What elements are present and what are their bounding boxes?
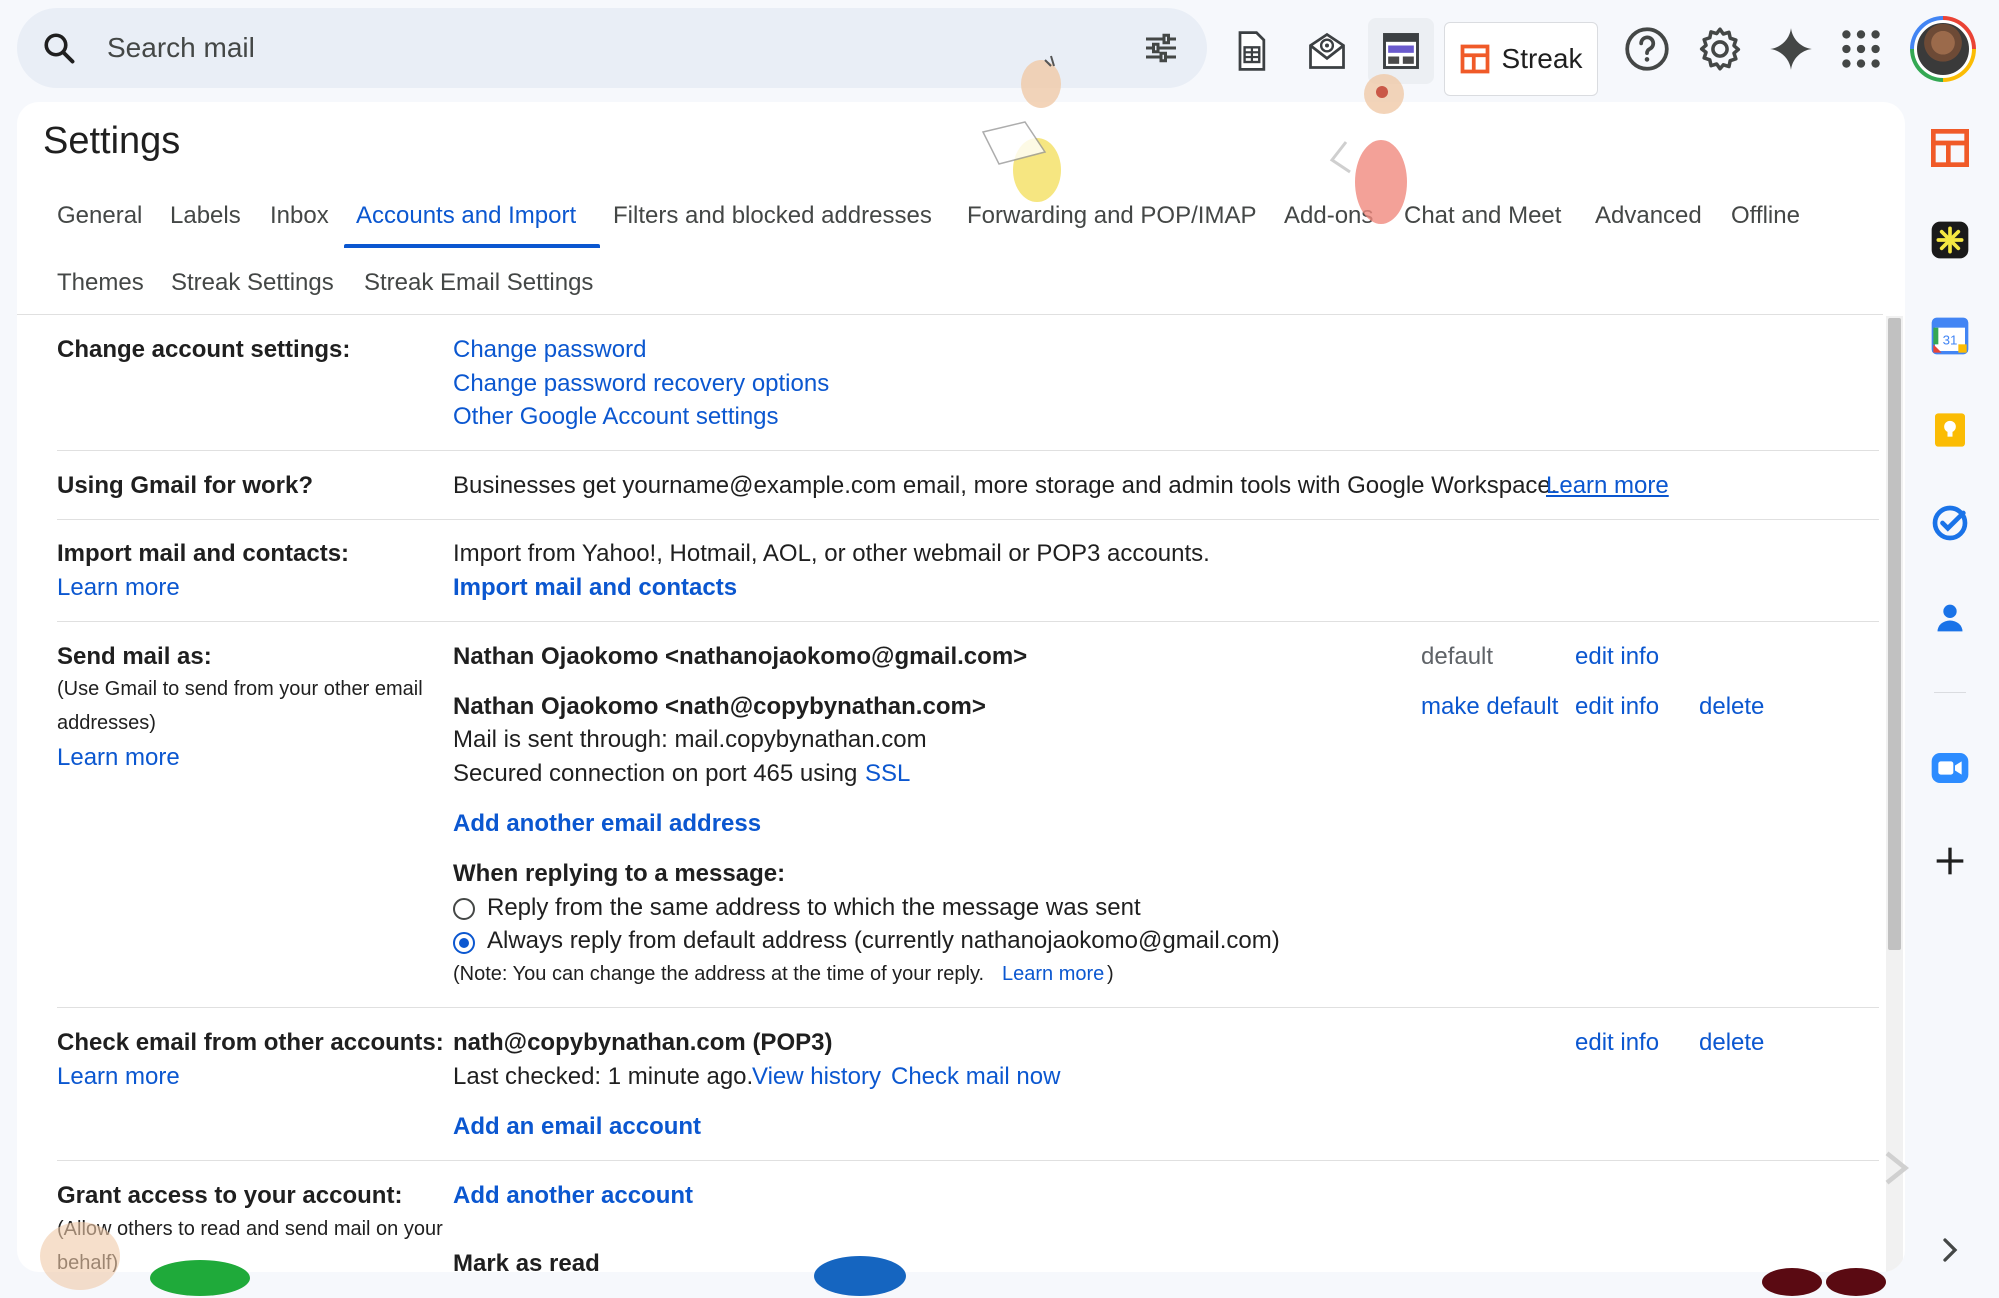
layout-icon[interactable] [1368,18,1434,84]
import-label: Import mail and contacts: [57,540,350,567]
tab-add-ons[interactable]: Add-ons [1284,202,1373,230]
tasks-icon[interactable] [1930,503,1970,543]
rail-divider [1934,692,1966,693]
add-icon[interactable] [1930,841,1970,881]
tab-streak-settings[interactable]: Streak Settings [171,269,334,297]
ssl-link[interactable]: SSL [865,760,910,788]
add-email-address-button[interactable]: Add another email address [453,810,761,838]
tab-advanced[interactable]: Advanced [1595,202,1702,230]
send-mail-sub-2: addresses) [57,712,156,734]
view-history-link[interactable]: View history [752,1063,881,1091]
search-bar[interactable]: Search mail [17,8,1207,88]
section-divider [57,1007,1879,1008]
send-mail-label: Send mail as: [57,643,212,670]
reply-heading: When replying to a message: [453,860,786,887]
reply-same-address-radio[interactable] [453,898,475,920]
reply-note-learn-more[interactable]: Learn more [1002,963,1104,986]
mail-badge-icon[interactable] [1294,18,1360,84]
edit-info-link[interactable]: edit info [1575,1029,1659,1057]
avatar[interactable] [1910,16,1976,82]
section-divider [57,621,1879,622]
secured-text: Secured connection on port 465 using [453,760,858,787]
streak-button[interactable]: Streak [1444,22,1598,96]
change-password-link[interactable]: Change password [453,336,646,364]
tab-forwarding[interactable]: Forwarding and POP/IMAP [967,202,1256,230]
tab-chat-and-meet[interactable]: Chat and Meet [1404,202,1561,230]
tab-offline[interactable]: Offline [1731,202,1800,230]
help-icon[interactable] [1622,24,1672,74]
calendar-icon[interactable]: 31 [1930,316,1970,356]
make-default-link[interactable]: make default [1421,693,1558,721]
check-mail-now-link[interactable]: Check mail now [891,1063,1060,1091]
asana-icon[interactable] [1930,220,1970,260]
tabs-divider [17,314,1883,315]
tab-inbox[interactable]: Inbox [270,202,329,230]
zoom-icon[interactable] [1930,748,1970,788]
reply-note: (Note: You can change the address at the… [453,963,985,985]
send-mail-sub-1: (Use Gmail to send from your other email [57,678,423,700]
apps-grid-icon[interactable] [1836,24,1886,74]
change-account-label: Change account settings: [57,336,351,363]
expand-icon[interactable] [1930,1230,1970,1270]
send-mail-learn-more[interactable]: Learn more [57,744,180,772]
gemini-sparkle-icon[interactable] [1766,24,1816,74]
reply-option-2-label[interactable]: Always reply from default address (curre… [487,927,1280,955]
tab-accounts-and-import[interactable]: Accounts and Import [356,202,576,230]
google-account-settings-link[interactable]: Other Google Account settings [453,403,779,431]
grant-access-sub-2: behalf) [57,1252,119,1272]
contacts-icon[interactable] [1930,598,1970,638]
grant-access-sub-1: (Allow others to read and send mail on y… [57,1218,443,1240]
gmail-work-learn-more[interactable]: Learn more [1546,472,1669,500]
default-badge: default [1421,643,1494,670]
section-divider [57,1160,1879,1161]
grant-access-label: Grant access to your account: [57,1182,403,1209]
edit-info-link[interactable]: edit info [1575,643,1659,671]
gmail-work-text: Businesses get yourname@example.com emai… [453,472,1558,499]
import-learn-more[interactable]: Learn more [57,574,180,602]
streak-sidebar-icon[interactable] [1930,128,1970,168]
streak-icon [1460,44,1489,74]
check-email-label: Check email from other accounts: [57,1029,444,1056]
settings-panel: Settings General Labels Inbox Accounts a… [17,102,1905,1272]
search-input[interactable]: Search mail [107,8,255,88]
streak-label: Streak [1501,43,1583,74]
check-email-learn-more[interactable]: Learn more [57,1063,180,1091]
keep-icon[interactable] [1930,410,1970,450]
import-text: Import from Yahoo!, Hotmail, AOL, or oth… [453,540,1210,567]
send-address-1: Nathan Ojaokomo <nathanojaokomo@gmail.co… [453,643,1028,670]
add-another-account-button[interactable]: Add another account [453,1182,693,1210]
send-address-2: Nathan Ojaokomo <nath@copybynathan.com> [453,693,986,720]
pop3-account: nath@copybynathan.com (POP3) [453,1029,833,1056]
delete-link[interactable]: delete [1699,1029,1764,1057]
active-tab-indicator [344,244,600,248]
delete-link[interactable]: delete [1699,693,1764,721]
tune-icon[interactable] [1143,30,1179,66]
import-mail-button[interactable]: Import mail and contacts [453,574,737,602]
svg-text:31: 31 [1943,332,1958,347]
last-checked-text: Last checked: 1 minute ago. [453,1063,754,1090]
add-email-account-button[interactable]: Add an email account [453,1113,701,1141]
recovery-options-link[interactable]: Change password recovery options [453,370,829,398]
tab-streak-email-settings[interactable]: Streak Email Settings [364,269,593,297]
gmail-work-label: Using Gmail for work? [57,472,314,499]
tab-themes[interactable]: Themes [57,269,144,297]
sheet-icon[interactable] [1218,18,1284,84]
gear-icon[interactable] [1695,24,1745,74]
scrollbar-thumb[interactable] [1888,318,1901,950]
tab-filters[interactable]: Filters and blocked addresses [613,202,932,230]
mark-as-read-heading: Mark as read [453,1250,600,1272]
search-icon[interactable] [41,30,77,66]
tab-labels[interactable]: Labels [170,202,241,230]
sent-through-text: Mail is sent through: mail.copybynathan.… [453,726,927,753]
section-divider [57,519,1879,520]
tab-general[interactable]: General [57,202,142,230]
reply-note-close: ) [1107,963,1114,985]
page-title: Settings [43,120,181,162]
reply-option-1-label[interactable]: Reply from the same address to which the… [487,894,1141,922]
edit-info-link[interactable]: edit info [1575,693,1659,721]
section-divider [57,450,1879,451]
reply-default-address-radio[interactable] [453,932,475,954]
